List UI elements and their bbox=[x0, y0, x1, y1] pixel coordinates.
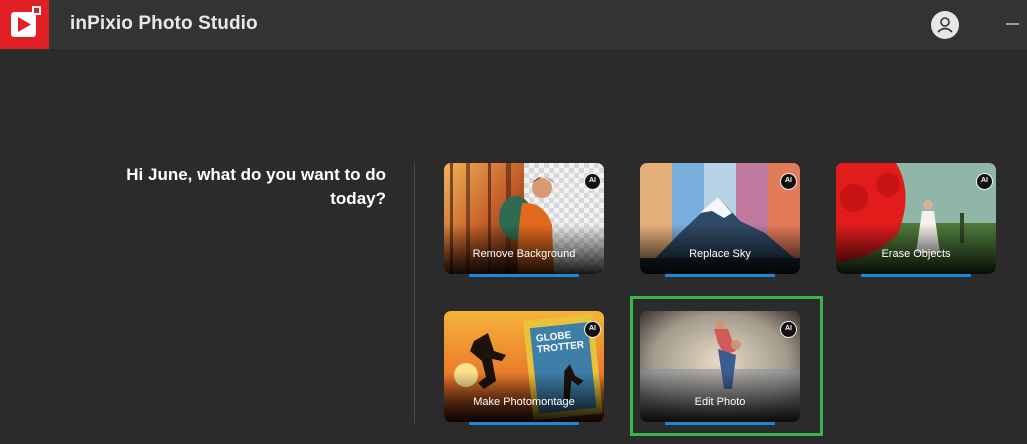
card-label: Remove Background bbox=[472, 248, 576, 260]
ai-badge: AI bbox=[976, 173, 993, 190]
selection-highlight bbox=[630, 296, 823, 436]
card-accent-bar bbox=[861, 274, 971, 277]
vertical-divider bbox=[414, 163, 415, 423]
app-logo-icon bbox=[0, 0, 49, 49]
ai-badge: AI bbox=[584, 321, 601, 338]
card-label: Erase Objects bbox=[881, 248, 951, 260]
card-label: Replace Sky bbox=[689, 248, 751, 260]
remove-background-card[interactable]: Remove Background AI bbox=[444, 163, 604, 274]
title-bar: inPixio Photo Studio bbox=[0, 0, 1027, 49]
replace-sky-card[interactable]: Replace Sky AI bbox=[640, 163, 800, 274]
greeting-heading: Hi June, what do you want to do today? bbox=[126, 165, 386, 208]
ai-badge: AI bbox=[584, 173, 601, 190]
user-icon[interactable] bbox=[931, 11, 959, 39]
card-accent-bar bbox=[469, 422, 579, 425]
card-accent-bar bbox=[469, 274, 579, 277]
card-label: Make Photomontage bbox=[473, 396, 575, 408]
minimize-icon[interactable] bbox=[1004, 15, 1024, 33]
app-title: inPixio Photo Studio bbox=[70, 13, 258, 34]
card-accent-bar bbox=[665, 274, 775, 277]
ai-badge: AI bbox=[780, 173, 797, 190]
make-photomontage-card[interactable]: GLOBE TROTTER Make Photomontage AI bbox=[444, 311, 604, 422]
erase-objects-card[interactable]: Erase Objects AI bbox=[836, 163, 996, 274]
